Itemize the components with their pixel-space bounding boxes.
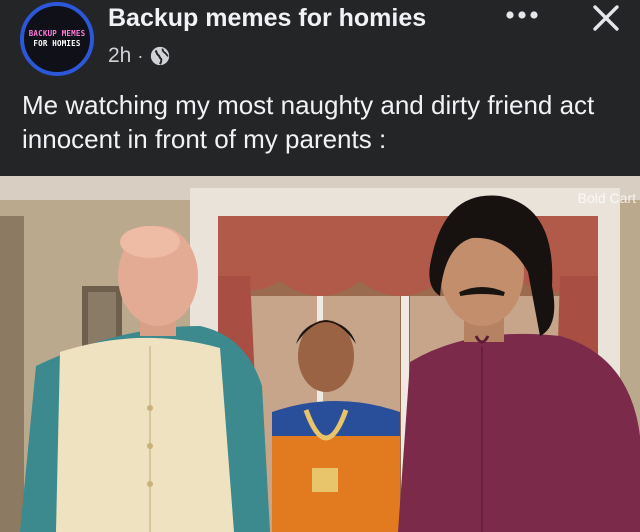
- page-name-link[interactable]: Backup memes for homies: [108, 4, 426, 33]
- meta-separator: ·: [137, 45, 144, 66]
- post-time[interactable]: 2h: [108, 44, 131, 68]
- avatar-text-line-2: FOR HOMIES: [33, 39, 81, 48]
- post-meta: 2h ·: [108, 42, 171, 70]
- globe-icon: [151, 46, 170, 66]
- avatar-text-line-1: BACKUP MEMES: [28, 29, 86, 38]
- post-photo[interactable]: Bold Cart: [0, 176, 640, 532]
- close-icon: [593, 5, 619, 31]
- meme-photo-illustration: [0, 176, 640, 532]
- close-button[interactable]: [586, 0, 626, 36]
- more-options-button[interactable]: [500, 2, 544, 28]
- post-header: BACKUP MEMES FOR HOMIES Backup memes for…: [0, 0, 640, 82]
- page-avatar[interactable]: BACKUP MEMES FOR HOMIES: [20, 2, 94, 76]
- image-watermark: Bold Cart: [577, 190, 636, 206]
- more-horizontal-icon: [506, 11, 538, 19]
- post-caption: Me watching my most naughty and dirty fr…: [22, 90, 595, 154]
